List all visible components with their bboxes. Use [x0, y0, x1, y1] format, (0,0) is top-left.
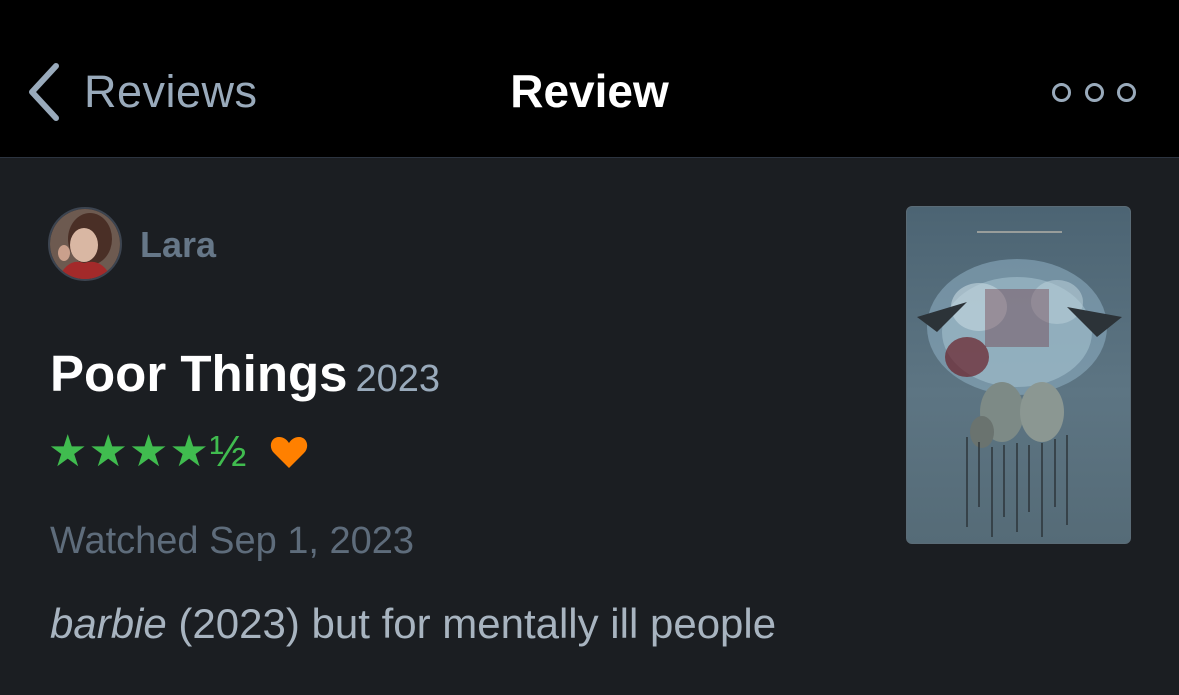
ellipsis-icon — [1117, 82, 1136, 102]
avatar[interactable] — [48, 207, 122, 281]
review-text: (2023) but for mentally ill people — [166, 600, 777, 647]
reviewer-name[interactable]: Lara — [140, 224, 216, 266]
watched-date: Watched Sep 1, 2023 — [50, 520, 415, 562]
rating-row: ★★★★½ — [48, 427, 309, 477]
film-heading: Poor Things 2023 — [50, 344, 440, 403]
ellipsis-icon — [1084, 82, 1104, 102]
star-rating: ★★★★½ — [48, 427, 248, 476]
review-text-italic: barbie — [50, 600, 167, 647]
film-year[interactable]: 2023 — [355, 358, 440, 400]
heart-icon — [271, 437, 308, 468]
more-options-button[interactable] — [1052, 78, 1136, 106]
film-poster[interactable] — [906, 206, 1131, 544]
film-title[interactable]: Poor Things — [50, 345, 347, 402]
ellipsis-icon — [1052, 82, 1071, 102]
review-body: barbie (2023) but for mentally ill peopl… — [50, 600, 776, 648]
page-title: Review — [510, 65, 669, 117]
navigation-bar: Reviews Review — [0, 0, 1179, 158]
